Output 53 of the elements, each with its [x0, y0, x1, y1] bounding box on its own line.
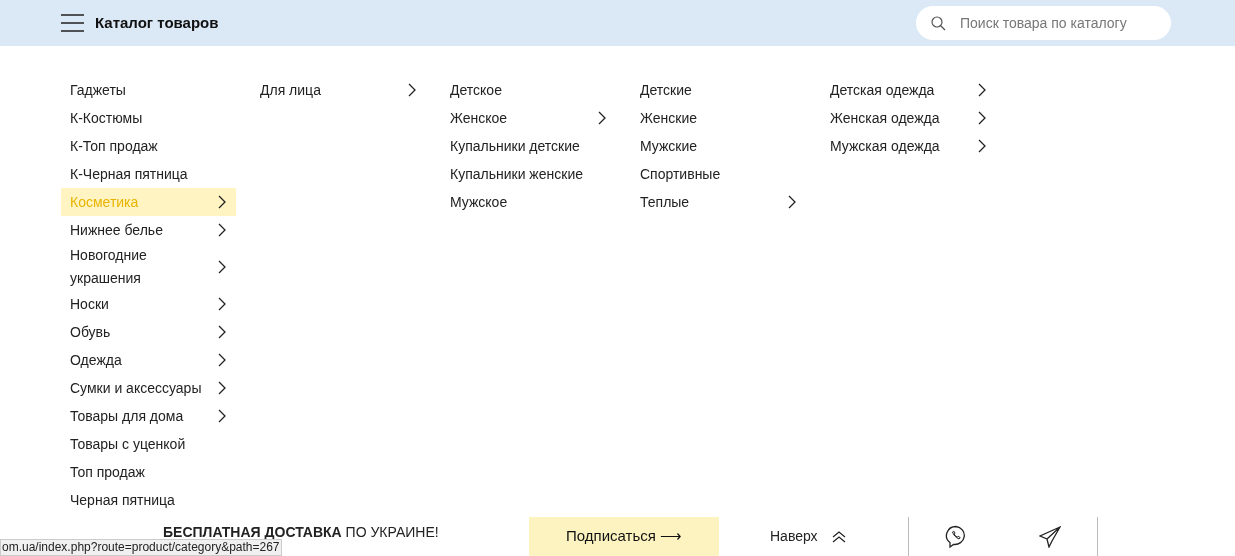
back-to-top-link[interactable]: Наверх	[770, 526, 818, 547]
menu-item[interactable]: Носки	[61, 290, 236, 318]
menu-item[interactable]: Детское	[441, 76, 616, 104]
search-icon	[931, 16, 946, 31]
menu-item[interactable]: К-Черная пятница	[61, 160, 236, 188]
menu-icon[interactable]	[61, 14, 84, 32]
chevron-right-icon	[218, 195, 226, 209]
menu-item[interactable]: Нижнее белье	[61, 216, 236, 244]
chevron-right-icon	[218, 353, 226, 367]
chevron-right-icon	[598, 111, 606, 125]
menu-item[interactable]: Спортивные	[631, 160, 806, 188]
chevron-right-icon	[408, 83, 416, 97]
menu-item[interactable]: Женские	[631, 104, 806, 132]
chevron-right-icon	[218, 325, 226, 339]
menu-item[interactable]: Женское	[441, 104, 616, 132]
paper-plane-icon[interactable]	[1039, 525, 1061, 548]
menu-item[interactable]: Товары для дома	[61, 402, 236, 430]
menu-item[interactable]: Сумки и аксессуары	[61, 374, 236, 402]
menu-item[interactable]: Детская одежда	[821, 76, 996, 104]
subscribe-button[interactable]: Подписаться ⟶	[529, 517, 719, 556]
menu-item[interactable]: Женская одежда	[821, 104, 996, 132]
menu-item[interactable]: Мужская одежда	[821, 132, 996, 160]
menu-item[interactable]: К-Костюмы	[61, 104, 236, 132]
double-chevron-up-icon[interactable]	[831, 530, 846, 543]
menu-item[interactable]: Купальники детские	[441, 132, 616, 160]
menu-item[interactable]: Теплые	[631, 188, 806, 216]
status-bar-url: om.ua/index.php?route=product/category&path=267	[0, 539, 282, 556]
menu-item[interactable]: К-Топ продаж	[61, 132, 236, 160]
menu-item[interactable]: Купальники женские	[441, 160, 616, 188]
chevron-right-icon	[978, 111, 986, 125]
catalog-title: Каталог товаров	[95, 12, 219, 33]
chevron-right-icon	[978, 83, 986, 97]
delivery-promo: БЕСПЛАТНАЯ ДОСТАВКА ПО УКРАИНЕ!	[163, 523, 439, 542]
menu-item[interactable]: Для лица	[251, 76, 426, 104]
search-field[interactable]: Поиск товара по каталогу	[916, 6, 1171, 40]
menu-item[interactable]: Гаджеты	[61, 76, 236, 104]
chevron-right-icon	[218, 381, 226, 395]
menu-item[interactable]: Мужское	[441, 188, 616, 216]
chevron-right-icon	[218, 297, 226, 311]
menu-item[interactable]: Мужские	[631, 132, 806, 160]
chevron-right-icon	[978, 139, 986, 153]
menu-item[interactable]: Черная пятница	[61, 486, 236, 514]
phone-bubble-icon[interactable]	[945, 524, 967, 549]
menu-item[interactable]: Топ продаж	[61, 458, 236, 486]
chevron-right-icon	[218, 409, 226, 423]
chevron-right-icon	[788, 195, 796, 209]
chevron-right-icon	[218, 223, 226, 237]
menu-item[interactable]: Одежда	[61, 346, 236, 374]
menu-item[interactable]: Товары с уценкой	[61, 430, 236, 458]
menu-item[interactable]: Новогодние украшения	[61, 244, 236, 290]
menu-item[interactable]: Детские	[631, 76, 806, 104]
menu-item[interactable]: Обувь	[61, 318, 236, 346]
chevron-right-icon	[218, 260, 226, 274]
